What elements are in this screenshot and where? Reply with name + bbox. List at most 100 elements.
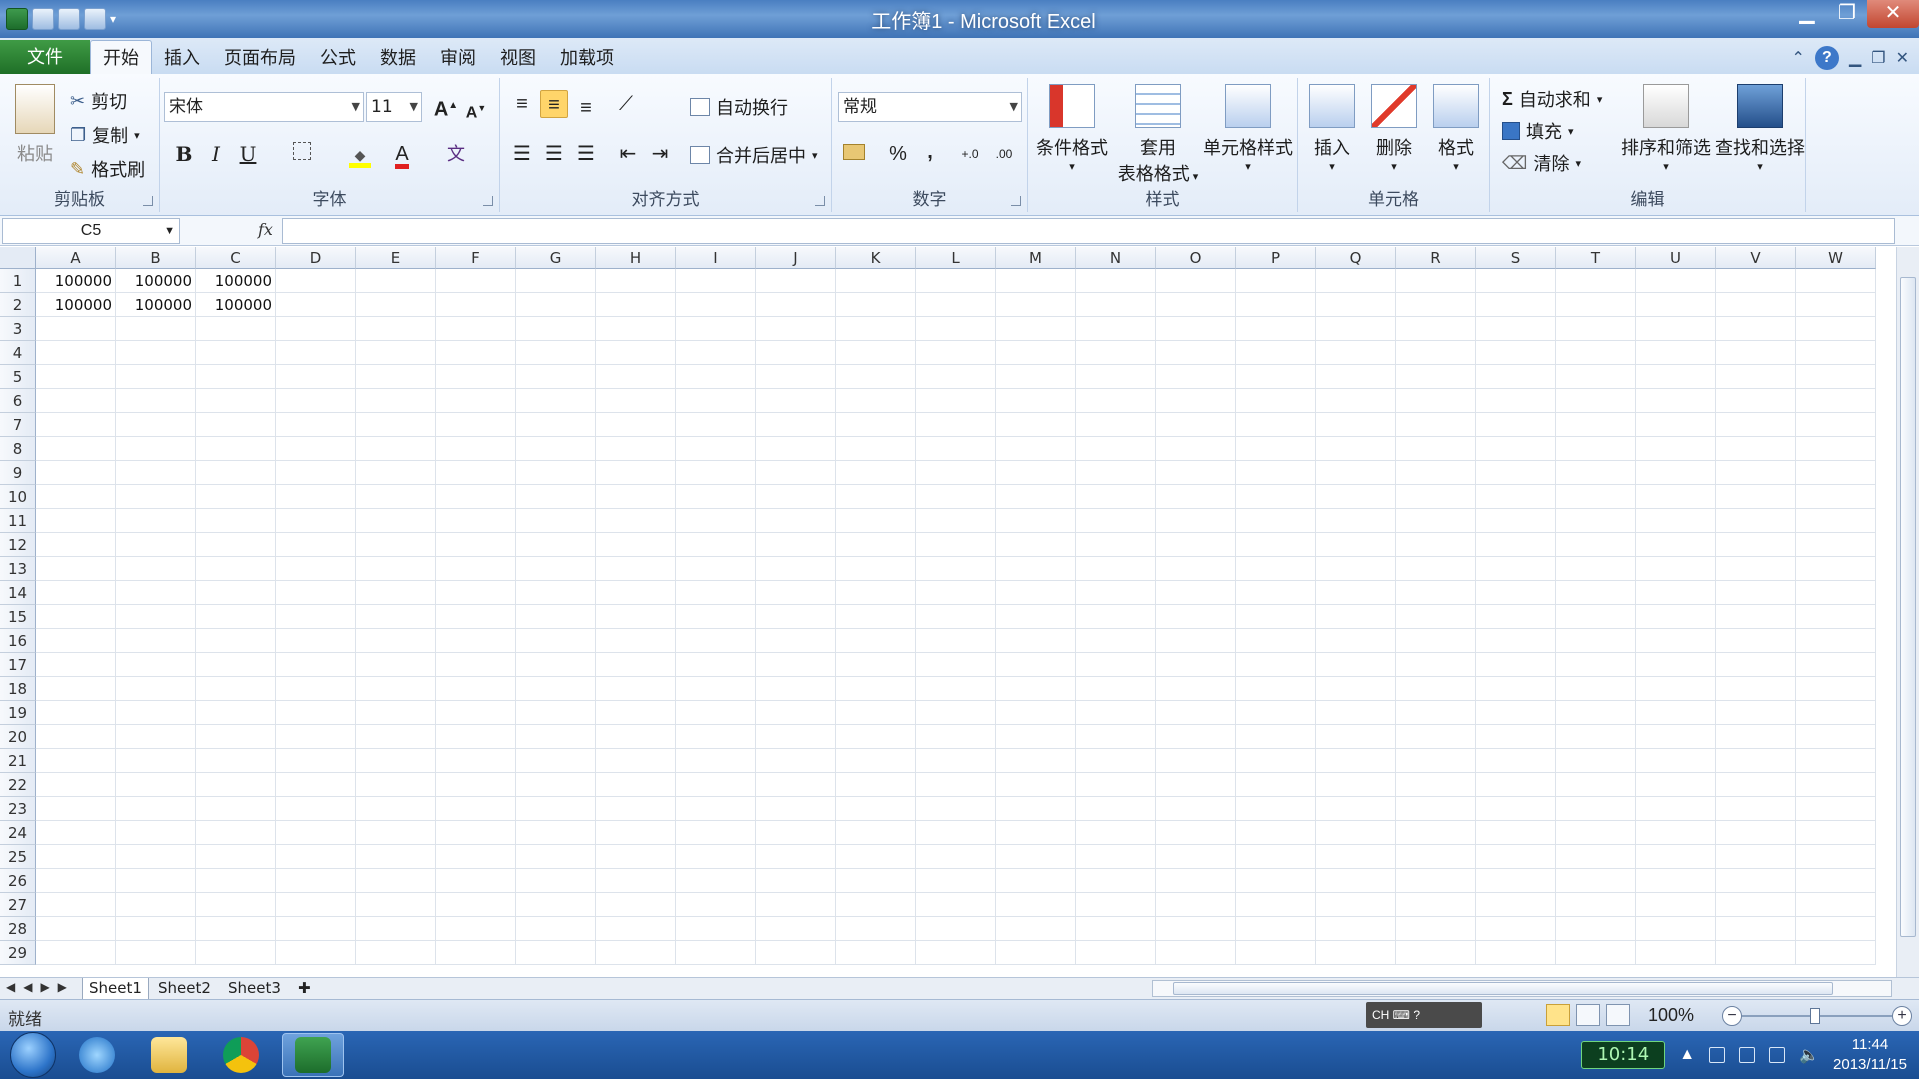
cell-R18[interactable] <box>1396 677 1476 701</box>
cell-S7[interactable] <box>1476 413 1556 437</box>
cell-S18[interactable] <box>1476 677 1556 701</box>
cell-F10[interactable] <box>436 485 516 509</box>
cell-J7[interactable] <box>756 413 836 437</box>
cell-M7[interactable] <box>996 413 1076 437</box>
cell-F23[interactable] <box>436 797 516 821</box>
cell-J20[interactable] <box>756 725 836 749</box>
cell-I21[interactable] <box>676 749 756 773</box>
cell-A21[interactable] <box>36 749 116 773</box>
cell-K10[interactable] <box>836 485 916 509</box>
row-header[interactable]: 11 <box>0 509 36 533</box>
cell-R24[interactable] <box>1396 821 1476 845</box>
cell-H28[interactable] <box>596 917 676 941</box>
cell-V2[interactable] <box>1716 293 1796 317</box>
cell-T2[interactable] <box>1556 293 1636 317</box>
cell-T27[interactable] <box>1556 893 1636 917</box>
cell-M25[interactable] <box>996 845 1076 869</box>
cell-Q28[interactable] <box>1316 917 1396 941</box>
cell-M15[interactable] <box>996 605 1076 629</box>
cell-D13[interactable] <box>276 557 356 581</box>
cell-V13[interactable] <box>1716 557 1796 581</box>
cell-W4[interactable] <box>1796 341 1876 365</box>
cell-J19[interactable] <box>756 701 836 725</box>
page-break-view-button[interactable] <box>1606 1004 1630 1026</box>
cell-Q14[interactable] <box>1316 581 1396 605</box>
cell-C10[interactable] <box>196 485 276 509</box>
cell-A19[interactable] <box>36 701 116 725</box>
tab-addins[interactable]: 加载项 <box>548 42 626 74</box>
cell-K27[interactable] <box>836 893 916 917</box>
cell-V23[interactable] <box>1716 797 1796 821</box>
cell-F25[interactable] <box>436 845 516 869</box>
cell-B10[interactable] <box>116 485 196 509</box>
worksheet-grid[interactable]: A B C D E F G H I J K L M N O P Q R S T U V W 1 100000 100000 1000… <box>0 247 1896 977</box>
align-left-button[interactable]: ☰ <box>508 140 536 168</box>
cell-D19[interactable] <box>276 701 356 725</box>
cell-S3[interactable] <box>1476 317 1556 341</box>
cell-G13[interactable] <box>516 557 596 581</box>
cell-K12[interactable] <box>836 533 916 557</box>
sheet-tab-2[interactable]: Sheet2 <box>152 978 217 999</box>
column-header[interactable]: W <box>1796 247 1876 269</box>
cell-F17[interactable] <box>436 653 516 677</box>
cell-D3[interactable] <box>276 317 356 341</box>
cell-C7[interactable] <box>196 413 276 437</box>
cell-N15[interactable] <box>1076 605 1156 629</box>
cell-E21[interactable] <box>356 749 436 773</box>
cell-G14[interactable] <box>516 581 596 605</box>
cell-L23[interactable] <box>916 797 996 821</box>
cell-Q17[interactable] <box>1316 653 1396 677</box>
cell-A29[interactable] <box>36 941 116 965</box>
cell-S6[interactable] <box>1476 389 1556 413</box>
cell-E18[interactable] <box>356 677 436 701</box>
cell-N5[interactable] <box>1076 365 1156 389</box>
cell-I3[interactable] <box>676 317 756 341</box>
cell-T4[interactable] <box>1556 341 1636 365</box>
cell-K20[interactable] <box>836 725 916 749</box>
cell-A8[interactable] <box>36 437 116 461</box>
cell-L16[interactable] <box>916 629 996 653</box>
help-icon[interactable]: ? <box>1814 46 1839 70</box>
autosum-button[interactable]: Σ 自动求和 ▾ <box>1502 86 1602 112</box>
cell-V5[interactable] <box>1716 365 1796 389</box>
cell-C13[interactable] <box>196 557 276 581</box>
cell-E8[interactable] <box>356 437 436 461</box>
cell-G2[interactable] <box>516 293 596 317</box>
network-icon[interactable] <box>1769 1047 1786 1063</box>
clear-button[interactable]: ⌫ 清除 ▾ <box>1502 150 1581 176</box>
cell-C6[interactable] <box>196 389 276 413</box>
cell-T19[interactable] <box>1556 701 1636 725</box>
cell-N3[interactable] <box>1076 317 1156 341</box>
cell-M14[interactable] <box>996 581 1076 605</box>
cell-S22[interactable] <box>1476 773 1556 797</box>
cell-I5[interactable] <box>676 365 756 389</box>
cell-I22[interactable] <box>676 773 756 797</box>
cell-S28[interactable] <box>1476 917 1556 941</box>
cell-V8[interactable] <box>1716 437 1796 461</box>
increase-decimal-button[interactable]: +.0 <box>956 140 984 168</box>
cell-Q11[interactable] <box>1316 509 1396 533</box>
cell-O16[interactable] <box>1156 629 1236 653</box>
cell-P4[interactable] <box>1236 341 1316 365</box>
cell-L7[interactable] <box>916 413 996 437</box>
cell-F3[interactable] <box>436 317 516 341</box>
cell-N16[interactable] <box>1076 629 1156 653</box>
cell-N2[interactable] <box>1076 293 1156 317</box>
cell-S11[interactable] <box>1476 509 1556 533</box>
cell-C20[interactable] <box>196 725 276 749</box>
paste-button[interactable]: 粘贴 <box>8 84 62 166</box>
cell-Q15[interactable] <box>1316 605 1396 629</box>
cell-O17[interactable] <box>1156 653 1236 677</box>
cell-D28[interactable] <box>276 917 356 941</box>
fill-color-button[interactable]: ◆ <box>346 140 374 168</box>
zoom-level[interactable]: 100% <box>1648 1005 1694 1026</box>
cell-U5[interactable] <box>1636 365 1716 389</box>
cell-E14[interactable] <box>356 581 436 605</box>
cell-W19[interactable] <box>1796 701 1876 725</box>
cell-D29[interactable] <box>276 941 356 965</box>
cut-button[interactable]: ✂ 剪切 <box>70 88 127 114</box>
cell-N26[interactable] <box>1076 869 1156 893</box>
row-header[interactable]: 18 <box>0 677 36 701</box>
align-center-button[interactable]: ☰ <box>540 140 568 168</box>
cell-V27[interactable] <box>1716 893 1796 917</box>
